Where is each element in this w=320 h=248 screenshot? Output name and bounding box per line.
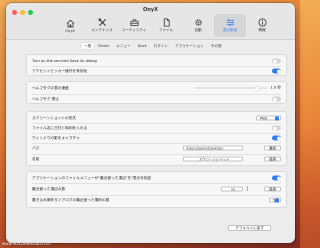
last-dirs-select[interactable]: 5: [269, 197, 281, 203]
shadow-toggle[interactable]: [272, 135, 281, 141]
row-name: 名前 スクリーンショット 適用: [32, 155, 281, 163]
path-select-button[interactable]: 選択: [264, 145, 281, 151]
row-color-picker: アクセントピッカー値外を有効化: [32, 67, 281, 75]
tools-icon: [97, 18, 106, 27]
toolbar: OnyX メンテナンス ユーティリティ ファイル 自動 表示設定 情報: [54, 14, 278, 37]
help-delay-label: ヘルプタグの表示速度: [32, 85, 69, 90]
toolbar-item-label: OnyX: [65, 28, 75, 33]
row-app-menu: アプリケーションのファイルメニューが"最近使った項目"を"表示を指定: [32, 174, 281, 182]
titlebar: OnyX OnyX メンテナンス ユーティリティ ファイル 自動 表示設定 情報: [6, 3, 295, 40]
tab-dock[interactable]: Dock: [135, 43, 150, 49]
window-title: OnyX: [143, 7, 158, 13]
shadow-label: ウインドウの影をキャプチャ: [32, 135, 80, 140]
toolbar-item-label: メンテナンス: [91, 28, 113, 32]
panel-recent-items: アプリケーションのファイルメニューが"最近使った項目"を"表示を指定 最近使った…: [26, 171, 287, 208]
watermark: www.MacDownload.com: [2, 241, 51, 246]
path-field[interactable]: /Users/Sams/Desktop/: [183, 145, 243, 151]
recent-count-field[interactable]: 10: [221, 186, 243, 192]
document-icon: [163, 18, 170, 27]
sliders-icon: [226, 19, 234, 26]
last-dirs-label: 書き込み操作ダイアログの最近使った場所の数: [32, 197, 110, 202]
toolbar-item-utilities[interactable]: ユーティリティ: [118, 14, 150, 37]
row-last-dirs: 書き込み操作ダイアログの最近使った場所の数 5: [32, 196, 281, 204]
toolbar-item-maintenance[interactable]: メンテナンス: [86, 14, 118, 37]
color-picker-toggle[interactable]: [272, 68, 281, 74]
color-picker-label: アクセントピッカー値外を有効化: [32, 68, 88, 73]
app-menu-label: アプリケーションのファイルメニューが"最近使った項目"を"表示を指定: [32, 175, 152, 180]
name-field[interactable]: スクリーンショット: [183, 156, 243, 162]
help-delay-value: 1.0 秒: [270, 85, 281, 90]
recent-count-label: 最近使った項目の数: [32, 186, 66, 191]
format-select[interactable]: PNG: [256, 115, 281, 121]
row-help-delay: ヘルプタグの表示速度 1.0 秒: [32, 84, 281, 92]
row-path: パス /Users/Sams/Desktop/ 選択: [32, 144, 281, 152]
toolbar-item-label: 自動: [194, 28, 202, 32]
row-include-date: ファイル名に日付と時刻を入れる: [32, 124, 281, 132]
help-stop-label: ヘルプタグ 停止: [32, 96, 59, 101]
toolbar-item-label: 情報: [258, 28, 266, 32]
tab-menu[interactable]: メニュー: [113, 43, 133, 49]
recent-count-stepper[interactable]: ▲ ▼: [246, 187, 249, 192]
tab-applications[interactable]: アプリケーション: [172, 43, 207, 49]
panel-dialogs: Turn on the secured Save As dialog アクセント…: [26, 54, 287, 76]
include-date-label: ファイル名に日付と時刻を入れる: [32, 125, 88, 130]
tab-other[interactable]: その他: [208, 43, 225, 49]
toolbar-item-files[interactable]: ファイル: [150, 14, 182, 37]
restore-defaults-button[interactable]: デフォルトに戻す: [228, 225, 271, 231]
toolbar-item-info[interactable]: 情報: [246, 14, 278, 37]
format-label: スクリーンショットの形式: [32, 115, 77, 120]
slider-knob[interactable]: [255, 86, 260, 90]
tab-finder[interactable]: Finder: [95, 43, 112, 49]
help-delay-slider[interactable]: [195, 86, 268, 91]
panel-help-tags: ヘルプタグの表示速度 1.0 秒 ヘルプタグ 停止: [26, 81, 287, 104]
path-label: パス: [32, 145, 40, 150]
recent-count-apply-button[interactable]: 適用: [264, 186, 281, 192]
chevron-down-icon: [275, 198, 279, 203]
toolbar-item-label: ファイル: [158, 28, 174, 32]
chevron-down-icon: [275, 116, 279, 121]
help-stop-toggle[interactable]: [272, 96, 281, 102]
toolbar-item-label: ユーティリティ: [121, 28, 147, 32]
tab-bar: 一般 Finder メニュー Dock ログイン アプリケーション その他: [81, 43, 225, 49]
app-menu-toggle[interactable]: [272, 175, 281, 181]
row-help-stop: ヘルプタグ 停止: [32, 95, 281, 103]
tab-general[interactable]: 一般: [81, 43, 95, 49]
format-value: PNG: [260, 116, 268, 121]
toolbar-item-label: 表示設定: [222, 28, 238, 32]
toolbox-icon: [129, 19, 139, 27]
toolbar-item-automation[interactable]: 自動: [182, 14, 214, 37]
include-date-toggle[interactable]: [272, 125, 281, 131]
info-icon: [257, 18, 267, 27]
secured-save-toggle[interactable]: [272, 58, 281, 64]
name-label: 名前: [32, 156, 40, 161]
row-secured-save: Turn on the secured Save As dialog: [32, 57, 281, 65]
gear-icon: [194, 19, 202, 26]
toolbar-item-parameters[interactable]: 表示設定: [214, 14, 246, 37]
row-recent-count: 最近使った項目の数 10 ▲ ▼ 適用: [32, 185, 281, 193]
toolbar-item-onyx[interactable]: OnyX: [54, 14, 86, 37]
tab-login[interactable]: ログイン: [151, 43, 171, 49]
house-icon: [66, 19, 74, 27]
secured-save-label: Turn on the secured Save As dialog: [32, 59, 97, 63]
row-format: スクリーンショットの形式 PNG: [32, 114, 281, 122]
panel-screenshots: スクリーンショットの形式 PNG ファイル名に日付と時刻を入れる ウインドウの影…: [26, 111, 287, 166]
name-apply-button[interactable]: 適用: [264, 156, 281, 162]
row-shadow: ウインドウの影をキャプチャ: [32, 134, 281, 142]
onyx-window: OnyX OnyX メンテナンス ユーティリティ ファイル 自動 表示設定 情報…: [6, 3, 295, 243]
